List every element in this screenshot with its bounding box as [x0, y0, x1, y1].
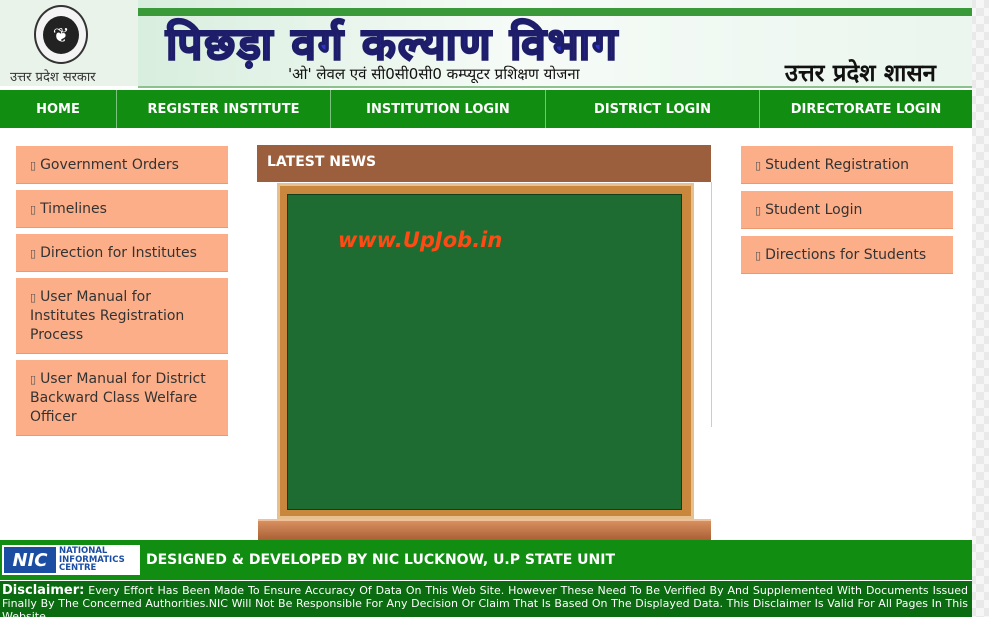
- menu-student-registration[interactable]: ▯ Student Registration: [741, 146, 953, 184]
- site-header: ❦ उत्तर प्रदेश सरकार पिछड़ा वर्ग कल्याण …: [0, 0, 972, 88]
- nic-logo-text: NATIONAL INFORMATICS CENTRE: [59, 546, 125, 574]
- main-nav: HOME REGISTER INSTITUTE INSTITUTION LOGI…: [0, 90, 972, 128]
- nav-institution-login[interactable]: INSTITUTION LOGIN: [331, 90, 546, 128]
- menu-label: Student Login: [765, 202, 863, 218]
- disclaimer-label: Disclaimer:: [2, 583, 85, 598]
- menu-direction-for-institutes[interactable]: ▯ Direction for Institutes: [16, 234, 228, 272]
- up-emblem-icon: ❦: [34, 5, 88, 64]
- missing-glyph-icon: ▯: [30, 203, 37, 216]
- menu-user-manual-district[interactable]: ▯ User Manual for District Backward Class…: [16, 360, 228, 436]
- menu-label: Timelines: [40, 201, 107, 217]
- nav-home[interactable]: HOME: [0, 90, 117, 128]
- missing-glyph-icon: ▯: [755, 204, 762, 217]
- state-label: उत्तर प्रदेश सरकार: [10, 70, 96, 85]
- menu-label: Government Orders: [40, 157, 179, 173]
- menu-student-login[interactable]: ▯ Student Login: [741, 191, 953, 229]
- missing-glyph-icon: ▯: [755, 249, 762, 262]
- department-title: पिछड़ा वर्ग कल्याण विभाग: [165, 18, 619, 71]
- news-divider: [711, 182, 712, 427]
- emblem-panel: ❦ उत्तर प्रदेश सरकार: [0, 0, 140, 86]
- news-board-text[interactable]: www.UpJob.in: [338, 228, 502, 252]
- menu-label: Direction for Institutes: [40, 245, 197, 261]
- government-label: उत्तर प्रदेश शासन: [784, 59, 936, 87]
- nav-register-institute[interactable]: REGISTER INSTITUTE: [117, 90, 331, 128]
- menu-timelines[interactable]: ▯ Timelines: [16, 190, 228, 228]
- missing-glyph-icon: ▯: [30, 159, 37, 172]
- missing-glyph-icon: ▯: [30, 247, 37, 260]
- nic-logo[interactable]: NIC NATIONAL INFORMATICS CENTRE: [2, 545, 140, 575]
- missing-glyph-icon: ▯: [30, 291, 37, 304]
- department-banner: पिछड़ा वर्ग कल्याण विभाग 'ओ' लेवल एवं सी…: [138, 0, 972, 88]
- chalkboard-ledge: [258, 519, 711, 541]
- latest-news-heading: LATEST NEWS: [257, 145, 711, 182]
- scheme-subtitle: 'ओ' लेवल एवं सी0सी0सी0 कम्प्यूटर प्रशिक्…: [288, 65, 580, 83]
- nav-district-login[interactable]: DISTRICT LOGIN: [546, 90, 760, 128]
- menu-label: Student Registration: [765, 157, 910, 173]
- menu-label: Directions for Students: [765, 247, 927, 263]
- disclaimer: Disclaimer: Every Effort Has Been Made T…: [0, 581, 972, 617]
- nic-logo-mark: NIC: [4, 547, 56, 573]
- menu-user-manual-institutes[interactable]: ▯ User Manual for Institutes Registration…: [16, 278, 228, 354]
- disclaimer-text: Every Effort Has Been Made To Ensure Acc…: [2, 584, 969, 617]
- menu-government-orders[interactable]: ▯ Government Orders: [16, 146, 228, 184]
- menu-label: User Manual for Institutes Registration …: [30, 289, 185, 343]
- nav-directorate-login[interactable]: DIRECTORATE LOGIN: [760, 90, 972, 128]
- missing-glyph-icon: ▯: [30, 373, 37, 386]
- page: ❦ उत्तर प्रदेश सरकार पिछड़ा वर्ग कल्याण …: [0, 0, 972, 617]
- menu-label: User Manual for District Backward Class …: [30, 371, 206, 425]
- developer-credit: DESIGNED & DEVELOPED BY NIC LUCKNOW, U.P…: [146, 552, 616, 568]
- missing-glyph-icon: ▯: [755, 159, 762, 172]
- menu-directions-for-students[interactable]: ▯ Directions for Students: [741, 236, 953, 274]
